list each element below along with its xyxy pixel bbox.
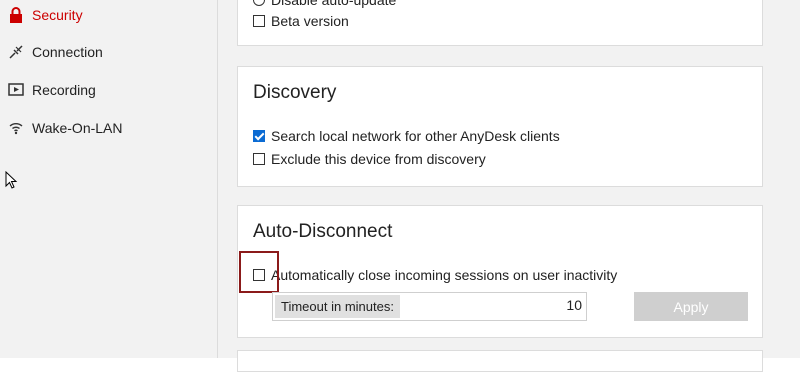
option-label: Search local network for other AnyDesk c… bbox=[271, 128, 560, 144]
checkbox[interactable] bbox=[253, 15, 265, 27]
beta-version-option[interactable]: Beta version bbox=[253, 13, 349, 29]
recording-icon bbox=[8, 82, 24, 98]
connection-icon bbox=[8, 44, 24, 60]
exclude-device-option[interactable]: Exclude this device from discovery bbox=[253, 151, 486, 167]
section-title: Auto-Disconnect bbox=[253, 221, 393, 242]
mouse-cursor-icon bbox=[5, 171, 18, 189]
sidebar-item-connection[interactable]: Connection bbox=[0, 37, 217, 67]
sidebar-item-label: Wake-On-LAN bbox=[32, 120, 123, 136]
auto-close-sessions-option[interactable]: Automatically close incoming sessions on… bbox=[253, 267, 617, 283]
section-title: Discovery bbox=[253, 82, 337, 103]
sidebar-item-label: Security bbox=[32, 7, 83, 23]
lock-icon bbox=[8, 7, 24, 23]
option-label: Beta version bbox=[271, 13, 349, 29]
timeout-label: Timeout in minutes: bbox=[275, 295, 400, 318]
timeout-field[interactable]: Timeout in minutes: 10 bbox=[272, 292, 587, 321]
checkbox-checked[interactable] bbox=[253, 130, 265, 142]
sidebar: Security Connection Recording Wake-On-LA… bbox=[0, 0, 218, 358]
sidebar-item-security[interactable]: Security bbox=[0, 0, 217, 30]
search-local-network-option[interactable]: Search local network for other AnyDesk c… bbox=[253, 128, 560, 144]
sidebar-item-label: Recording bbox=[32, 82, 96, 98]
next-card bbox=[237, 350, 763, 372]
checkbox[interactable] bbox=[253, 153, 265, 165]
focus-highlight-box bbox=[239, 251, 279, 293]
sidebar-item-wake-on-lan[interactable]: Wake-On-LAN bbox=[0, 113, 217, 143]
updates-card: Disable auto-update Beta version bbox=[237, 0, 763, 46]
timeout-input[interactable]: 10 bbox=[566, 297, 582, 313]
wifi-icon bbox=[8, 120, 24, 136]
disable-auto-update-option[interactable]: Disable auto-update bbox=[253, 0, 396, 8]
option-label: Exclude this device from discovery bbox=[271, 151, 486, 167]
discovery-card: Discovery Search local network for other… bbox=[237, 66, 763, 187]
apply-button[interactable]: Apply bbox=[634, 292, 748, 321]
sidebar-item-label: Connection bbox=[32, 44, 103, 60]
option-label: Disable auto-update bbox=[271, 0, 397, 8]
radio-button[interactable] bbox=[253, 0, 265, 6]
option-label: Automatically close incoming sessions on… bbox=[271, 267, 618, 283]
sidebar-item-recording[interactable]: Recording bbox=[0, 75, 217, 105]
